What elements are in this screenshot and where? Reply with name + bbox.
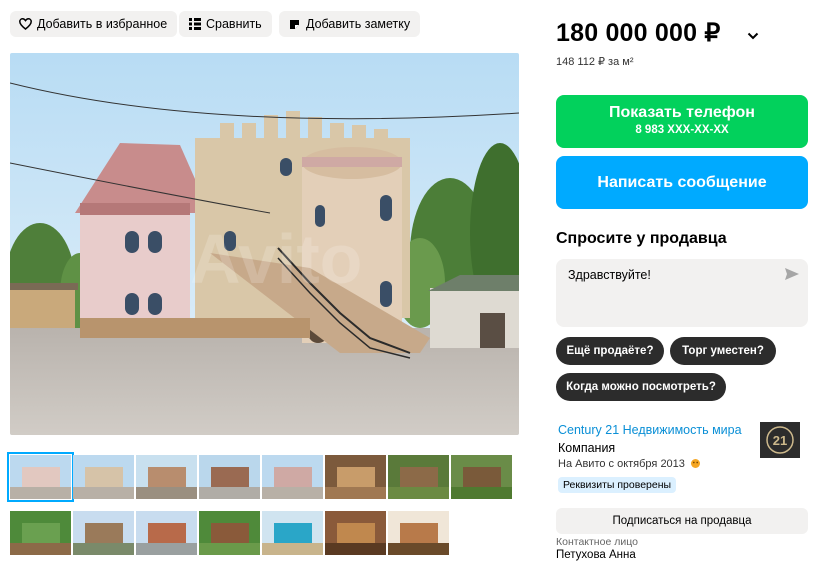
photo-thumbnail[interactable] <box>262 511 323 555</box>
compare-button[interactable]: Сравнить <box>179 11 272 37</box>
photo-thumbnail[interactable] <box>451 455 512 499</box>
seller-since: На Авито с октября 2013 <box>558 458 701 472</box>
price-per-m2: 148 112 ₽ за м² <box>556 56 634 68</box>
photo-thumbnail[interactable] <box>199 511 260 555</box>
show-phone-button[interactable]: Показать телефон 8 983 XXX-XX-XX <box>556 95 808 148</box>
add-note-button[interactable]: Добавить заметку <box>279 11 421 37</box>
compare-label: Сравнить <box>206 17 262 31</box>
send-icon[interactable] <box>785 267 799 285</box>
badge-icon <box>690 458 701 472</box>
ask-seller-title: Спросите у продавца <box>556 230 727 247</box>
seller-type: Компания <box>558 441 616 455</box>
add-to-favorites-button[interactable]: Добавить в избранное <box>10 11 178 37</box>
photo-thumbnail[interactable] <box>136 455 197 499</box>
message-input[interactable]: Здравствуйте! <box>556 259 808 327</box>
avito-watermark: Avito <box>190 220 362 298</box>
seller-logo[interactable]: 21 <box>760 422 800 458</box>
contact-person-name: Петухова Анна <box>556 549 636 561</box>
show-phone-label: Показать телефон <box>609 104 755 121</box>
masked-phone: 8 983 XXX-XX-XX <box>635 124 729 136</box>
photo-thumbnail[interactable] <box>388 511 449 555</box>
seller-since-text: На Авито с октября 2013 <box>558 458 685 470</box>
photo-thumbnail[interactable] <box>73 455 134 499</box>
photo-thumbnail[interactable] <box>136 511 197 555</box>
subscribe-seller-button[interactable]: Подписаться на продавца <box>556 508 808 534</box>
add-to-favorites-label: Добавить в избранное <box>37 17 168 31</box>
quick-question-when-view[interactable]: Когда можно посмотреть? <box>556 373 726 401</box>
contact-person-label: Контактное лицо <box>556 536 638 548</box>
seller-logo-text: 21 <box>773 433 787 448</box>
chevron-down-icon[interactable] <box>747 27 759 45</box>
quick-question-bargain[interactable]: Торг уместен? <box>670 337 776 365</box>
photo-thumbnail[interactable] <box>199 455 260 499</box>
add-note-label: Добавить заметку <box>306 17 411 31</box>
heart-icon <box>19 18 32 31</box>
photo-thumbnail[interactable] <box>325 511 386 555</box>
seller-name-link[interactable]: Century 21 Недвижимость мира <box>558 423 742 437</box>
photo-thumbnail[interactable] <box>7 452 74 502</box>
photo-thumbnail[interactable] <box>73 511 134 555</box>
verified-badge: Реквизиты проверены <box>558 477 677 493</box>
photo-thumbnail[interactable] <box>10 511 71 555</box>
write-message-button[interactable]: Написать сообщение <box>556 156 808 209</box>
compare-icon <box>188 18 201 31</box>
main-photo[interactable]: Avito <box>10 53 519 435</box>
photo-thumbnail[interactable] <box>325 455 386 499</box>
photo-thumbnail[interactable] <box>388 455 449 499</box>
price: 180 000 000 ₽ <box>556 19 721 47</box>
note-icon <box>288 18 301 31</box>
quick-question-still-selling[interactable]: Ещё продаёте? <box>556 337 664 365</box>
photo-thumbnail[interactable] <box>262 455 323 499</box>
